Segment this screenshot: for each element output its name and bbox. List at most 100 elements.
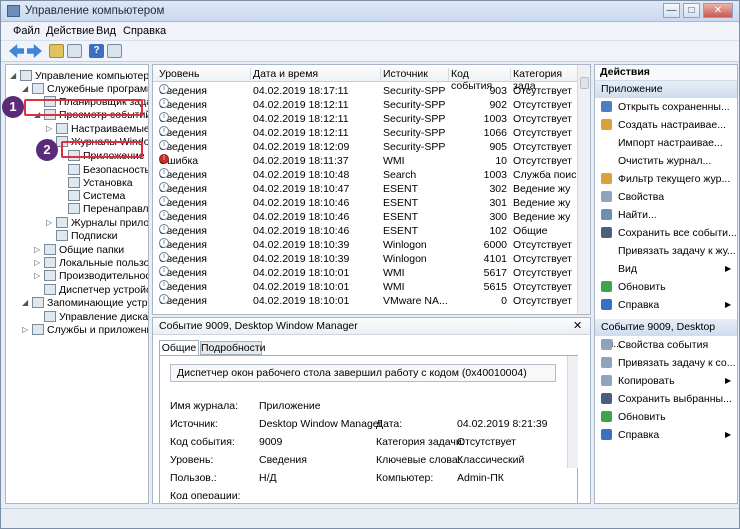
- detail-scrollbar[interactable]: [567, 356, 578, 468]
- action-item[interactable]: Очистить журнал...: [601, 153, 711, 169]
- submenu-arrow-icon: ▶: [725, 376, 732, 385]
- tree-item[interactable]: Диспетчер устройств: [44, 283, 148, 297]
- collapsed-arrow-icon[interactable]: ▷: [22, 323, 28, 337]
- action-item[interactable]: Свойства события: [601, 337, 708, 353]
- maximize-button[interactable]: □: [683, 3, 700, 18]
- event-category: Отсутствует: [513, 141, 572, 153]
- tree-item[interactable]: Общие папки: [44, 243, 124, 257]
- tree-item[interactable]: Запоминающие устройст: [32, 296, 148, 310]
- event-row[interactable]: i Сведения 04.02.2019 18:10:46 ESENT 301 Веде…: [153, 196, 578, 210]
- tree-item[interactable]: Безопасность: [68, 163, 148, 177]
- tree-item[interactable]: Подписки: [56, 229, 118, 243]
- forward-icon[interactable]: [27, 44, 42, 58]
- action-item[interactable]: Свойства: [601, 189, 664, 205]
- action-label: Очистить журнал...: [618, 155, 712, 167]
- expanded-arrow-icon[interactable]: ◢: [22, 82, 28, 96]
- up-folder-icon[interactable]: [49, 44, 64, 58]
- action-item[interactable]: Справка ▶: [601, 297, 731, 313]
- event-row[interactable]: i Сведения 04.02.2019 18:10:01 WMI 5617 Отсут…: [153, 266, 578, 280]
- column-task-category[interactable]: Категория зада: [513, 68, 579, 92]
- menu-view[interactable]: Вид: [96, 25, 116, 37]
- log-icon: [68, 190, 80, 201]
- tree-item[interactable]: Служебные программы: [32, 82, 148, 96]
- close-button[interactable]: ✕: [703, 3, 733, 18]
- actions-section-application[interactable]: Приложение: [595, 81, 737, 98]
- collapsed-arrow-icon[interactable]: ▷: [34, 256, 40, 270]
- event-row[interactable]: i Сведения 04.02.2019 18:10:01 VMware NA...…: [153, 294, 578, 308]
- tree-item[interactable]: Управление компьютером (л: [20, 69, 148, 83]
- action-item[interactable]: Сохранить выбранны...: [601, 391, 732, 407]
- event-category: Отсутствует: [513, 253, 572, 265]
- tree-item[interactable]: Перенаправлен: [68, 202, 148, 216]
- action-item[interactable]: Фильтр текущего жур...: [601, 171, 730, 187]
- event-row[interactable]: i Сведения 04.02.2019 18:17:11 Security-SPP…: [153, 84, 578, 98]
- action-item[interactable]: Привязать задачу к со...: [601, 355, 736, 371]
- back-icon[interactable]: [9, 44, 24, 58]
- event-row[interactable]: i Сведения 04.02.2019 18:10:01 WMI 5615 Отсут…: [153, 280, 578, 294]
- tree-item[interactable]: Система: [68, 189, 125, 203]
- minimize-button[interactable]: —: [663, 3, 680, 18]
- menu-action[interactable]: Действие: [46, 25, 94, 37]
- expanded-arrow-icon[interactable]: ◢: [10, 69, 16, 83]
- action-item[interactable]: Обновить: [601, 279, 666, 295]
- menu-file[interactable]: Файл: [13, 25, 40, 37]
- event-category: Отсутствует: [513, 155, 572, 167]
- action-item[interactable]: Вид ▶: [601, 261, 731, 277]
- event-category: Служба поис: [513, 169, 577, 181]
- tab-details[interactable]: Подробности: [200, 341, 266, 355]
- event-code: 302: [489, 183, 507, 195]
- action-item[interactable]: Привязать задачу к жу...: [601, 243, 736, 259]
- action-item[interactable]: Справка ▶: [601, 427, 731, 443]
- event-row[interactable]: ! Ошибка 04.02.2019 18:11:37 WMI 10 Отсутству…: [153, 154, 578, 168]
- event-row[interactable]: i Сведения 04.02.2019 18:10:47 ESENT 302 Веде…: [153, 182, 578, 196]
- event-row[interactable]: i Сведения 04.02.2019 18:10:46 ESENT 300 Веде…: [153, 210, 578, 224]
- actions-section-event[interactable]: Событие 9009, Desktop Wi...: [595, 319, 737, 350]
- column-event-code[interactable]: Код события: [451, 68, 511, 92]
- tree-item[interactable]: Журналы приложе: [56, 216, 148, 230]
- properties-icon[interactable]: [107, 44, 122, 58]
- event-list-scrollbar[interactable]: [577, 65, 590, 314]
- event-row[interactable]: i Сведения 04.02.2019 18:10:39 Winlogon 6000…: [153, 238, 578, 252]
- event-row[interactable]: i Сведения 04.02.2019 18:12:11 Security-SPP…: [153, 112, 578, 126]
- event-row[interactable]: i Сведения 04.02.2019 18:12:11 Security-SPP…: [153, 126, 578, 140]
- action-item[interactable]: Импорт настраивае...: [601, 135, 723, 151]
- tree-item[interactable]: Производительность: [44, 269, 148, 283]
- help-icon[interactable]: ?: [89, 44, 104, 58]
- menu-help[interactable]: Справка: [123, 25, 166, 37]
- action-item[interactable]: Создать настраивае...: [601, 117, 726, 133]
- expanded-arrow-icon[interactable]: ◢: [22, 296, 28, 310]
- event-code: 6000: [483, 239, 507, 251]
- tree-item[interactable]: Установка: [68, 176, 133, 190]
- tree-item[interactable]: Локальные пользова: [44, 256, 148, 270]
- event-row[interactable]: i Сведения 04.02.2019 18:10:46 ESENT 102 Общи…: [153, 224, 578, 238]
- column-source[interactable]: Источник: [383, 68, 449, 80]
- collapsed-arrow-icon[interactable]: ▷: [34, 243, 40, 257]
- column-datetime[interactable]: Дата и время: [253, 68, 381, 80]
- action-item[interactable]: Найти...: [601, 207, 657, 223]
- event-row[interactable]: i Сведения 04.02.2019 18:10:39 Winlogon 4101…: [153, 252, 578, 266]
- event-level: i Сведения: [159, 84, 251, 98]
- show-hide-tree-icon[interactable]: [67, 44, 82, 58]
- tree-item[interactable]: Настраиваемые пр: [56, 122, 148, 136]
- collapsed-arrow-icon[interactable]: ▷: [46, 122, 52, 136]
- collapsed-arrow-icon[interactable]: ▷: [34, 269, 40, 283]
- event-row[interactable]: i Сведения 04.02.2019 18:12:09 Security-SPP…: [153, 140, 578, 154]
- info-icon: i: [159, 126, 169, 136]
- event-row[interactable]: i Сведения 04.02.2019 18:10:48 Search 1003 Сл…: [153, 168, 578, 182]
- scrollbar-thumb[interactable]: [580, 77, 589, 89]
- action-item[interactable]: Обновить: [601, 409, 666, 425]
- tree-item[interactable]: Управление дисками: [44, 310, 148, 324]
- event-category: Отсутствует: [513, 267, 572, 279]
- event-level: i Сведения: [159, 98, 251, 112]
- collapsed-arrow-icon[interactable]: ▷: [46, 216, 52, 230]
- refresh-icon: [601, 281, 612, 292]
- action-item[interactable]: Копировать ▶: [601, 373, 731, 389]
- action-item[interactable]: Открыть сохраненны...: [601, 99, 730, 115]
- event-row[interactable]: i Сведения 04.02.2019 18:12:11 Security-SPP…: [153, 98, 578, 112]
- action-item[interactable]: Сохранить все событи...: [601, 225, 737, 241]
- detail-close-icon[interactable]: ✕: [573, 319, 582, 332]
- tab-general[interactable]: Общие: [159, 340, 199, 355]
- tree-item[interactable]: Службы и приложения: [32, 323, 148, 337]
- source-label: Источник:: [170, 418, 218, 430]
- column-level[interactable]: Уровень: [159, 68, 251, 80]
